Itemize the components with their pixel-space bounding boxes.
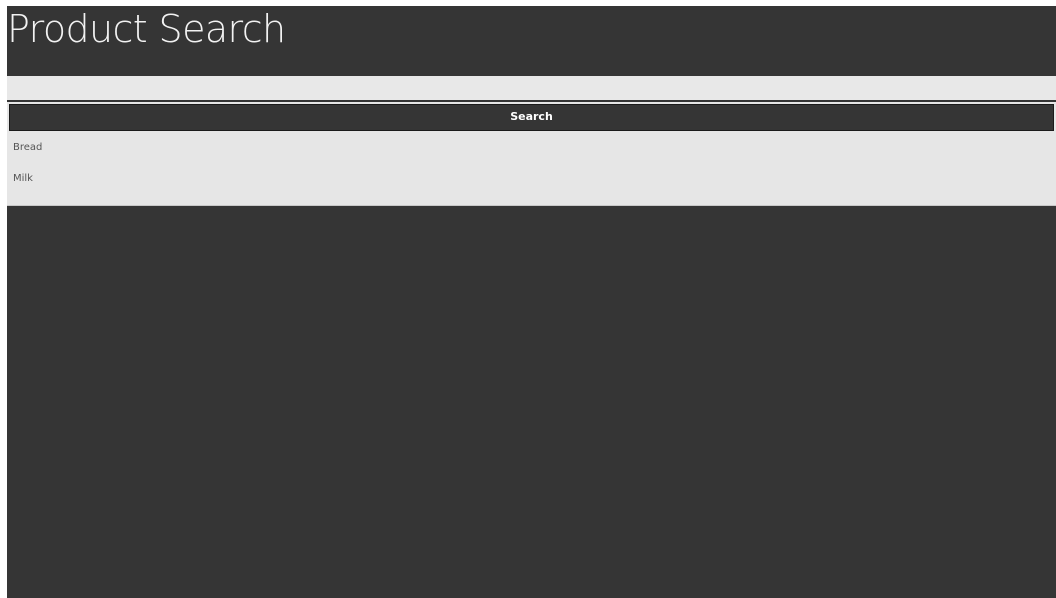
list-item[interactable]: Bread — [13, 139, 42, 157]
search-button-label: Search — [9, 104, 1054, 131]
list-item[interactable]: Milk — [13, 170, 33, 188]
search-button[interactable]: Search — [7, 102, 1056, 133]
results-list: Bread Milk — [7, 133, 1056, 206]
search-input[interactable] — [7, 76, 1056, 100]
app-window: Product Search Search Bread Milk — [7, 6, 1056, 598]
page-title: Product Search — [7, 7, 286, 51]
